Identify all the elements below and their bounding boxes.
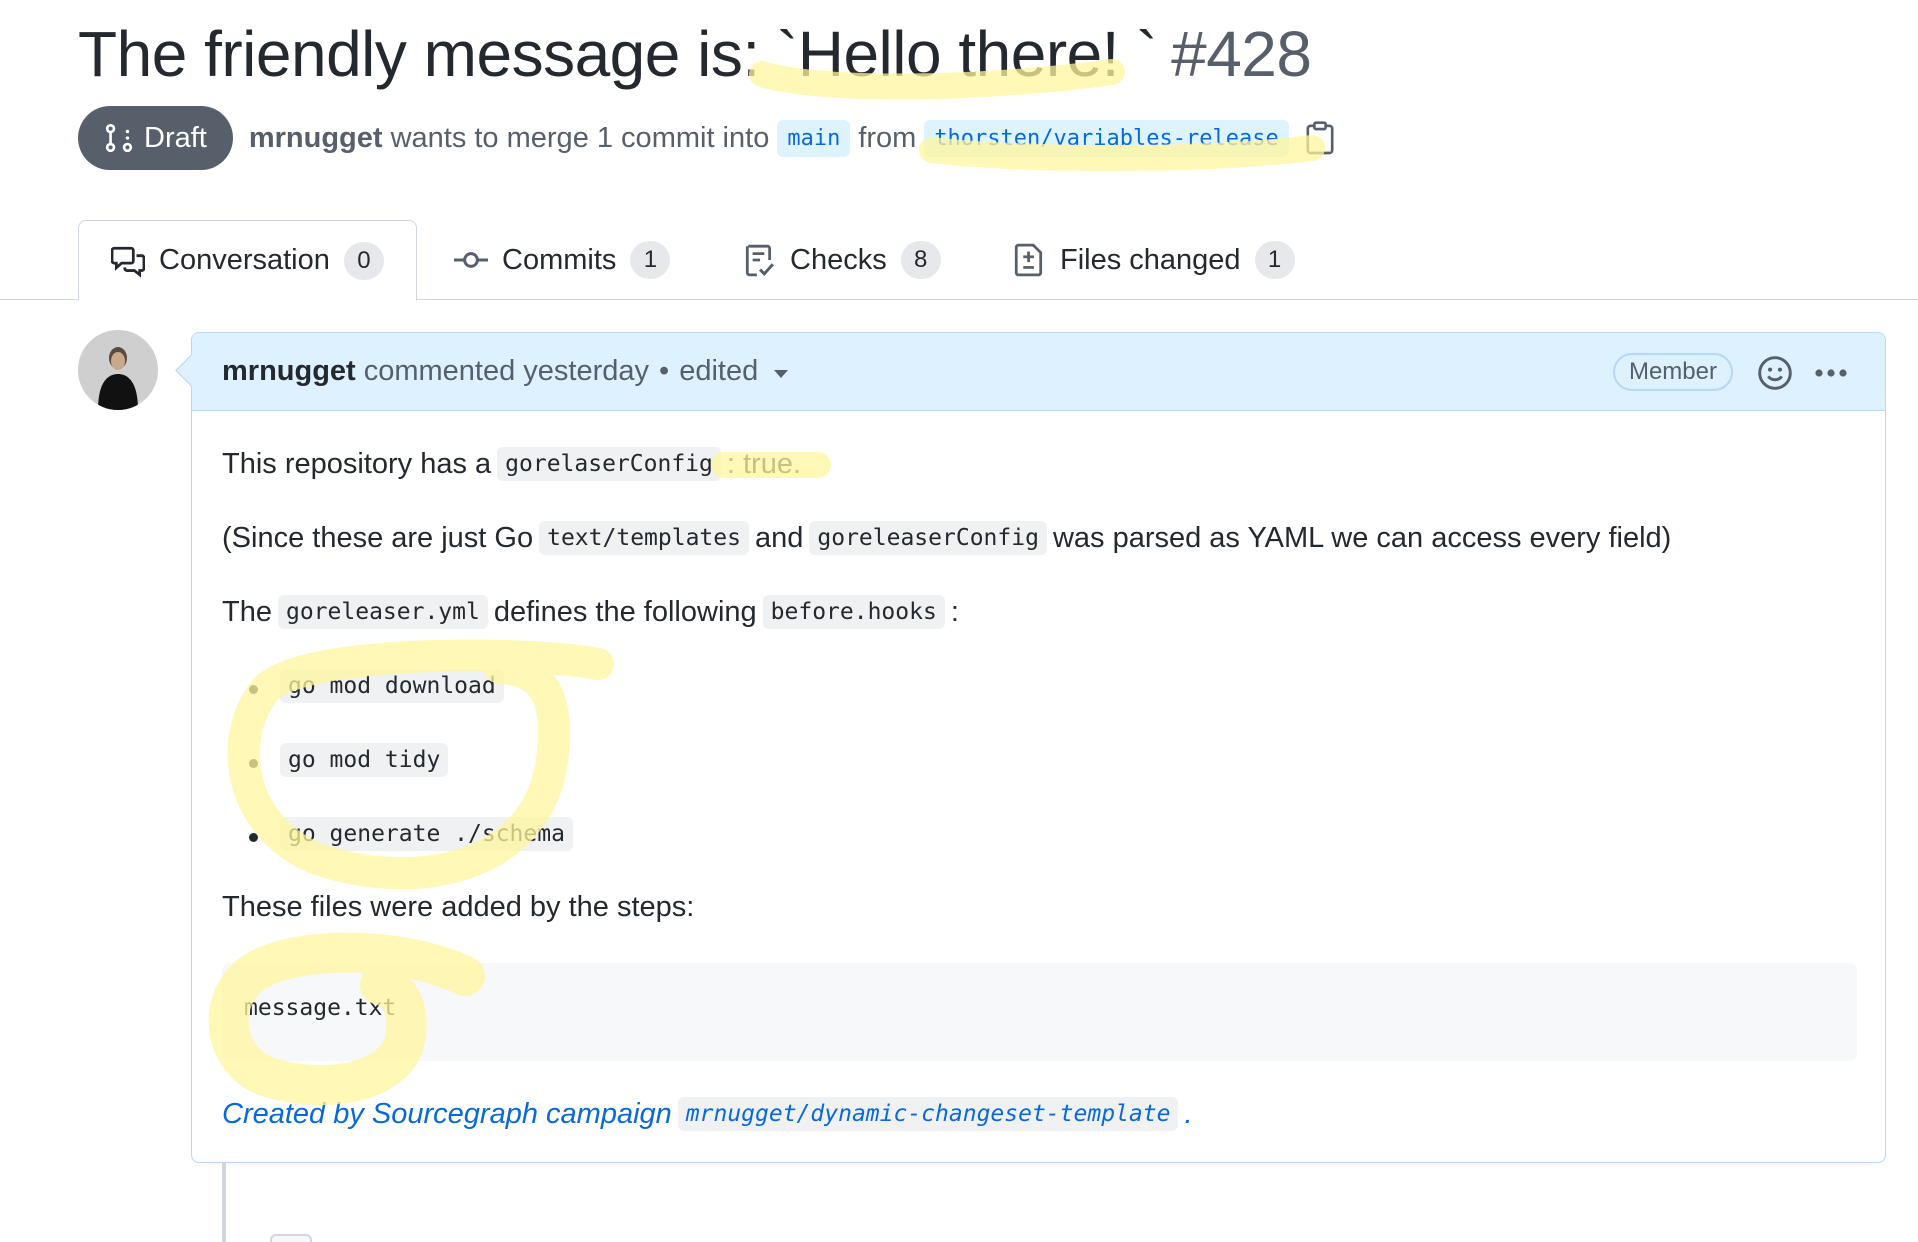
code-before-hooks: before.hooks xyxy=(762,595,945,629)
hook-command: go mod tidy xyxy=(280,743,449,777)
line1-post: : true. xyxy=(726,447,802,480)
comment-line-templates: (Since these are just Go text/templates … xyxy=(222,521,1671,555)
code-block: message.txt xyxy=(222,963,1857,1061)
line2-post: was parsed as YAML we can access every f… xyxy=(1052,521,1672,554)
tab-commits[interactable]: Commits 1 xyxy=(454,220,671,300)
git-pull-request-draft-icon xyxy=(105,123,133,153)
pr-title-text: The friendly message is: `Hello there! ` xyxy=(78,18,1158,90)
comment-author[interactable]: mrnugget xyxy=(222,355,356,388)
comment-line-hooks: The goreleaser.yml defines the following… xyxy=(222,595,959,629)
pr-author-link[interactable]: mrnugget xyxy=(249,122,383,155)
tab-conversation-label: Conversation xyxy=(159,244,330,276)
tab-conversation-count: 0 xyxy=(343,241,384,280)
pr-meta-row: Draft mrnugget wants to merge 1 commit i… xyxy=(78,106,1335,170)
files-intro: These files were added by the steps: xyxy=(222,891,694,924)
tab-checks-count: 8 xyxy=(900,241,941,279)
merge-text: wants to merge 1 commit into xyxy=(390,121,770,154)
line1-pre: This repository has a xyxy=(222,447,492,480)
head-branch[interactable]: thorsten/variables-release xyxy=(924,119,1289,157)
campaign-name-code[interactable]: mrnugget/dynamic-changeset-template xyxy=(677,1097,1179,1131)
edited-dropdown[interactable]: edited xyxy=(679,355,758,388)
tab-files-changed-count: 1 xyxy=(1254,241,1295,279)
draft-label: Draft xyxy=(144,121,207,154)
line2-pre: (Since these are just Go xyxy=(222,521,534,554)
code-text-templates: text/templates xyxy=(539,521,749,555)
hook-command: go generate ./schema xyxy=(280,817,573,851)
line3-post: : xyxy=(950,595,959,628)
code-goreleaser-yml: goreleaser.yml xyxy=(277,595,488,629)
footer-link[interactable]: Created by Sourcegraph campaign xyxy=(222,1098,672,1131)
tab-files-changed[interactable]: Files changed 1 xyxy=(1012,220,1295,300)
code-goreleaserconfig: goreleaserConfig xyxy=(809,521,1047,555)
line3-mid: defines the following xyxy=(493,595,757,628)
timeline-line xyxy=(222,1163,226,1242)
comment-action[interactable]: commented yesterday xyxy=(364,355,649,388)
draft-state-badge: Draft xyxy=(78,106,233,170)
line3-pre: The xyxy=(222,595,272,628)
timeline-item-icon xyxy=(270,1234,312,1242)
list-bullet xyxy=(249,759,258,768)
git-commit-icon xyxy=(454,252,488,268)
member-badge: Member xyxy=(1612,353,1733,391)
checklist-icon xyxy=(745,244,774,277)
tab-checks-label: Checks xyxy=(790,243,887,276)
pr-title: The friendly message is: `Hello there! `… xyxy=(78,14,1312,94)
footer-post: . xyxy=(1184,1097,1193,1130)
tab-files-changed-label: Files changed xyxy=(1060,243,1241,276)
campaign-footer: Created by Sourcegraph campaign mrnugget… xyxy=(222,1097,1193,1131)
separator-dot: • xyxy=(659,355,670,387)
avatar-photo xyxy=(78,330,158,410)
base-branch[interactable]: main xyxy=(777,119,851,157)
pr-tabs: Conversation 0 Commits 1 Checks 8 Files … xyxy=(0,220,1918,301)
code-block-text: message.txt xyxy=(244,995,397,1021)
from-text: from xyxy=(858,121,917,154)
tab-commits-label: Commits xyxy=(502,243,617,276)
comment-line-config: This repository has a gorelaserConfig : … xyxy=(222,447,801,481)
pr-number: #428 xyxy=(1171,18,1312,90)
comment-box: mrnugget commented yesterday • edited Me… xyxy=(191,332,1886,1163)
list-item: go mod download xyxy=(274,669,510,703)
files-intro-text: These files were added by the steps: xyxy=(222,891,695,923)
comment-header: mrnugget commented yesterday • edited Me… xyxy=(192,333,1885,411)
tab-checks[interactable]: Checks 8 xyxy=(742,220,941,300)
caret-down-icon[interactable] xyxy=(774,369,789,378)
copy-clipboard-icon[interactable] xyxy=(1305,121,1335,155)
kebab-horizontal-icon[interactable] xyxy=(1811,355,1851,391)
tab-conversation[interactable]: Conversation 0 xyxy=(78,220,417,301)
tab-commits-count: 1 xyxy=(630,241,671,279)
hook-command: go mod download xyxy=(280,669,504,703)
file-diff-icon xyxy=(1014,243,1043,277)
list-bullet xyxy=(249,685,258,694)
list-item: go mod tidy xyxy=(274,743,454,777)
line2-mid: and xyxy=(754,521,804,554)
comment-discussion-icon xyxy=(111,246,145,278)
code-gorelaserconfig: gorelaserConfig xyxy=(497,447,721,481)
smiley-icon[interactable] xyxy=(1757,355,1793,391)
list-bullet xyxy=(249,833,258,842)
list-item: go generate ./schema xyxy=(274,817,579,851)
merge-description: mrnugget wants to merge 1 commit into ma… xyxy=(249,119,1335,157)
avatar[interactable] xyxy=(78,330,158,410)
